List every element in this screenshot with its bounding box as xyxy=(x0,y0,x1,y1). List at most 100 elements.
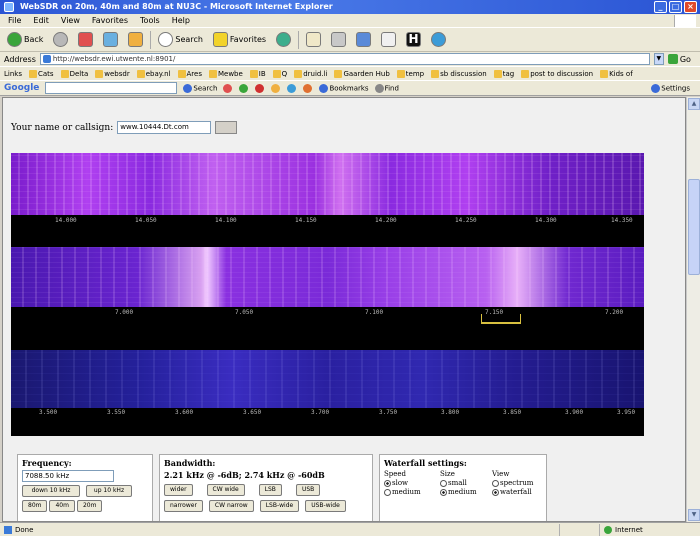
lsb-button[interactable]: LSB xyxy=(258,484,282,496)
forward-arrow-icon xyxy=(53,32,69,47)
messenger-icon xyxy=(431,32,447,47)
back-button[interactable]: Back xyxy=(4,30,46,50)
band-20m-button[interactable]: 20m xyxy=(76,500,103,512)
size-small-radio[interactable]: small xyxy=(440,479,488,487)
print-icon xyxy=(331,32,347,47)
menu-view[interactable]: View xyxy=(61,16,80,25)
frequency-down-button[interactable]: down 10 kHz xyxy=(22,485,80,497)
print-button[interactable] xyxy=(328,30,349,50)
mail-button[interactable] xyxy=(303,30,324,50)
wider-button[interactable]: wider xyxy=(164,484,193,496)
usb-button[interactable]: USB xyxy=(295,484,321,496)
refresh-button[interactable] xyxy=(100,30,121,50)
scroll-down-button[interactable]: ▼ xyxy=(688,509,700,521)
band-40m-button[interactable]: 40m xyxy=(49,500,75,512)
search-label: Search xyxy=(175,35,203,44)
tick-label: 3.500 xyxy=(39,409,58,416)
find-button[interactable]: Find xyxy=(374,83,399,93)
menu-tools[interactable]: Tools xyxy=(140,16,160,25)
link-item[interactable]: websdr xyxy=(95,69,130,78)
news-icon[interactable] xyxy=(271,83,281,93)
messenger-button[interactable] xyxy=(428,30,449,50)
tick-label: 3.850 xyxy=(503,409,522,416)
link-item[interactable]: tag xyxy=(493,69,514,78)
forward-button[interactable] xyxy=(50,30,71,50)
bandwidth-panel: Bandwidth: 2.21 kHz @ -6dB; 2.74 kHz @ -… xyxy=(159,454,373,521)
pagerank-icon[interactable] xyxy=(239,83,249,93)
window-controls: _ □ × xyxy=(654,1,697,13)
waterfall-80m[interactable]: 3.500 3.550 3.600 3.650 3.700 3.750 3.80… xyxy=(11,344,644,436)
page-icon xyxy=(521,69,530,78)
scroll-thumb[interactable] xyxy=(688,179,700,275)
callsign-input[interactable]: www.10444.Dt.com xyxy=(117,121,212,134)
menu-help[interactable]: Help xyxy=(172,16,190,25)
settings-button[interactable]: Settings xyxy=(651,83,690,93)
lsb-wide-button[interactable]: LSB-wide xyxy=(259,500,300,512)
waterfall-40m[interactable]: 7.000 7.050 7.100 7.150 7.200 xyxy=(11,240,644,344)
media-button[interactable] xyxy=(273,30,294,50)
link-item[interactable]: Gaarden Hub xyxy=(334,69,390,78)
link-item[interactable]: Delta xyxy=(60,69,88,78)
link-item[interactable]: post to discussion xyxy=(521,69,593,78)
view-waterfall-radio[interactable]: waterfall xyxy=(492,488,544,496)
callsign-submit-button[interactable] xyxy=(215,121,238,134)
cw-narrow-button[interactable]: CW narrow xyxy=(208,500,254,512)
close-button[interactable]: × xyxy=(684,1,697,13)
go-button[interactable]: Go xyxy=(667,54,691,64)
gmail-icon[interactable] xyxy=(255,83,265,93)
size-medium-radio[interactable]: medium xyxy=(440,488,488,496)
search-button[interactable]: Search xyxy=(155,30,205,50)
link-item[interactable]: Ares xyxy=(177,69,202,78)
speed-slow-radio[interactable]: slow xyxy=(384,479,436,487)
google-search-input[interactable] xyxy=(45,82,178,94)
link-item[interactable]: druid.li xyxy=(294,69,327,78)
google-logo[interactable]: Google xyxy=(4,83,39,93)
view-label: View xyxy=(492,470,510,478)
address-dropdown[interactable]: ▼ xyxy=(653,53,664,65)
bookmarks-button[interactable]: Bookmarks xyxy=(319,83,369,93)
maximize-button[interactable]: □ xyxy=(669,1,682,13)
stop-button[interactable] xyxy=(75,30,96,50)
vertical-scrollbar[interactable]: ▲ ▼ xyxy=(686,97,700,522)
tick-label: 7.200 xyxy=(605,309,624,316)
discuss-button[interactable] xyxy=(378,30,399,50)
menu-favorites[interactable]: Favorites xyxy=(92,16,128,25)
edit-button[interactable] xyxy=(353,30,374,50)
usb-wide-button[interactable]: USB-wide xyxy=(305,500,346,512)
bandwidth-title: Bandwidth: xyxy=(164,458,216,468)
speed-medium-radio[interactable]: medium xyxy=(384,488,436,496)
favorites-button[interactable]: Favorites xyxy=(210,30,269,50)
passband-indicator[interactable] xyxy=(481,314,521,324)
link-item[interactable]: temp xyxy=(396,69,424,78)
view-spectrum-radio[interactable]: spectrum xyxy=(492,479,544,487)
translate-icon[interactable] xyxy=(287,83,297,93)
narrower-button[interactable]: narrower xyxy=(164,500,203,512)
address-input[interactable]: http://websdr.ewi.utwente.nl:8901/ xyxy=(39,53,650,65)
link-item[interactable]: Cats xyxy=(28,69,54,78)
minimize-button[interactable]: _ xyxy=(654,1,667,13)
google-search-button[interactable]: Search xyxy=(183,83,217,93)
link-item[interactable]: IB xyxy=(249,69,266,78)
waterfall-80m-scale: 3.500 3.550 3.600 3.650 3.700 3.750 3.80… xyxy=(11,409,644,418)
link-item[interactable]: Q xyxy=(272,69,287,78)
page-icon xyxy=(95,69,104,78)
popup-blocker-icon[interactable] xyxy=(223,83,233,93)
link-item[interactable]: Mewbe xyxy=(208,69,243,78)
link-item[interactable]: sb discussion xyxy=(431,69,487,78)
scroll-up-button[interactable]: ▲ xyxy=(688,98,700,110)
home-button[interactable] xyxy=(125,30,146,50)
spellcheck-icon[interactable] xyxy=(303,83,313,93)
bandwidth-value: 2.21 kHz @ -6dB; 2.74 kHz @ -60dB xyxy=(164,470,325,480)
menu-edit[interactable]: Edit xyxy=(33,16,49,25)
frequency-up-button[interactable]: up 10 kHz xyxy=(86,485,132,497)
h-addon-button[interactable]: H xyxy=(403,30,424,50)
ie-icon xyxy=(4,2,14,12)
waterfall-20m[interactable]: 14.000 14.050 14.100 14.150 14.200 14.25… xyxy=(11,153,644,240)
frequency-input[interactable]: 7088.50 kHz xyxy=(22,470,114,482)
link-item[interactable]: Kids of xyxy=(600,69,633,78)
cw-wide-button[interactable]: CW wide xyxy=(206,484,245,496)
security-zone: Internet xyxy=(600,524,700,536)
menu-file[interactable]: File xyxy=(8,16,21,25)
link-item[interactable]: ebay.nl xyxy=(136,69,171,78)
band-80m-button[interactable]: 80m xyxy=(22,500,48,512)
